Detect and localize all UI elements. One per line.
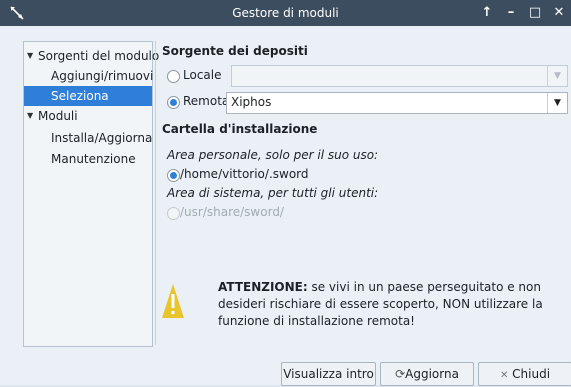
sidebar-item-label: Aggiungi/rimuovi bbox=[51, 69, 154, 83]
sidebar-item-module-sources[interactable]: ▼ Sorgenti del modulo bbox=[24, 46, 159, 66]
maximize-icon[interactable]: □ bbox=[526, 4, 544, 22]
local-source-combo[interactable]: ▼ bbox=[231, 65, 568, 87]
repo-source-heading: Sorgente dei depositi bbox=[162, 44, 308, 58]
refresh-icon: ⟳ bbox=[395, 367, 406, 381]
close-icon[interactable]: ✕ bbox=[550, 4, 568, 22]
sidebar-item-select[interactable]: Seleziona bbox=[24, 86, 152, 106]
remote-source-combo[interactable]: Xiphos ▼ bbox=[226, 92, 568, 114]
system-area-caption: Area di sistema, per tutti gli utenti: bbox=[167, 186, 379, 200]
close-button[interactable]: ✕ Chiudi bbox=[478, 362, 571, 386]
close-label: Chiudi bbox=[512, 367, 551, 381]
expand-arrow-icon[interactable]: ▼ bbox=[27, 46, 33, 66]
view-intro-label: Visualizza intro bbox=[283, 367, 374, 381]
personal-path-radio[interactable] bbox=[167, 169, 180, 182]
system-path-radio[interactable] bbox=[167, 207, 180, 220]
sidebar-item-modules[interactable]: ▼ Moduli bbox=[24, 106, 152, 126]
remote-radio-label[interactable]: Remota bbox=[183, 94, 229, 108]
install-folder-heading: Cartella d'installazione bbox=[162, 122, 318, 136]
sidebar-tree[interactable]: ▼ Sorgenti del modulo Aggiungi/rimuovi S… bbox=[23, 41, 159, 347]
sidebar-item-maintenance[interactable]: Manutenzione bbox=[24, 149, 152, 169]
minimize-icon[interactable]: – bbox=[502, 4, 520, 22]
title-bar: Gestore di moduli ↑ – □ ✕ bbox=[0, 0, 571, 26]
close-icon: ✕ bbox=[499, 370, 509, 381]
sidebar-item-label: Moduli bbox=[38, 109, 78, 123]
sidebar-item-install-update[interactable]: Installa/Aggiorna bbox=[24, 128, 152, 148]
sidebar-item-label: Seleziona bbox=[51, 89, 109, 103]
sidebar-item-add-remove[interactable]: Aggiungi/rimuovi bbox=[24, 66, 154, 86]
refresh-button[interactable]: ⟳Aggiorna bbox=[380, 362, 474, 386]
system-path-label[interactable]: /usr/share/sword/ bbox=[180, 205, 284, 219]
keep-above-icon[interactable]: ↑ bbox=[478, 4, 496, 22]
warning-message: ATTENZIONE: se vivi in un paese persegui… bbox=[218, 279, 548, 330]
view-intro-button[interactable]: Visualizza intro bbox=[281, 362, 376, 386]
warning-label: ATTENZIONE: bbox=[218, 280, 308, 294]
local-radio-label[interactable]: Locale bbox=[183, 68, 221, 82]
chevron-down-icon[interactable]: ▼ bbox=[547, 66, 567, 86]
personal-path-label[interactable]: /home/vittorio/.sword bbox=[180, 167, 309, 181]
chevron-down-icon[interactable]: ▼ bbox=[547, 93, 567, 113]
warning-icon bbox=[162, 284, 184, 318]
sidebar-item-label: Sorgenti del modulo bbox=[38, 49, 160, 63]
remote-radio[interactable] bbox=[167, 96, 180, 109]
sidebar-item-label: Installa/Aggiorna bbox=[51, 131, 153, 145]
personal-area-caption: Area personale, solo per il suo uso: bbox=[167, 148, 379, 162]
panel-divider bbox=[155, 41, 156, 345]
sidebar-item-label: Manutenzione bbox=[51, 152, 136, 166]
refresh-label: Aggiorna bbox=[405, 367, 459, 381]
expand-arrow-icon[interactable]: ▼ bbox=[27, 106, 33, 126]
local-radio[interactable] bbox=[167, 70, 180, 83]
remote-source-value: Xiphos bbox=[231, 95, 272, 109]
